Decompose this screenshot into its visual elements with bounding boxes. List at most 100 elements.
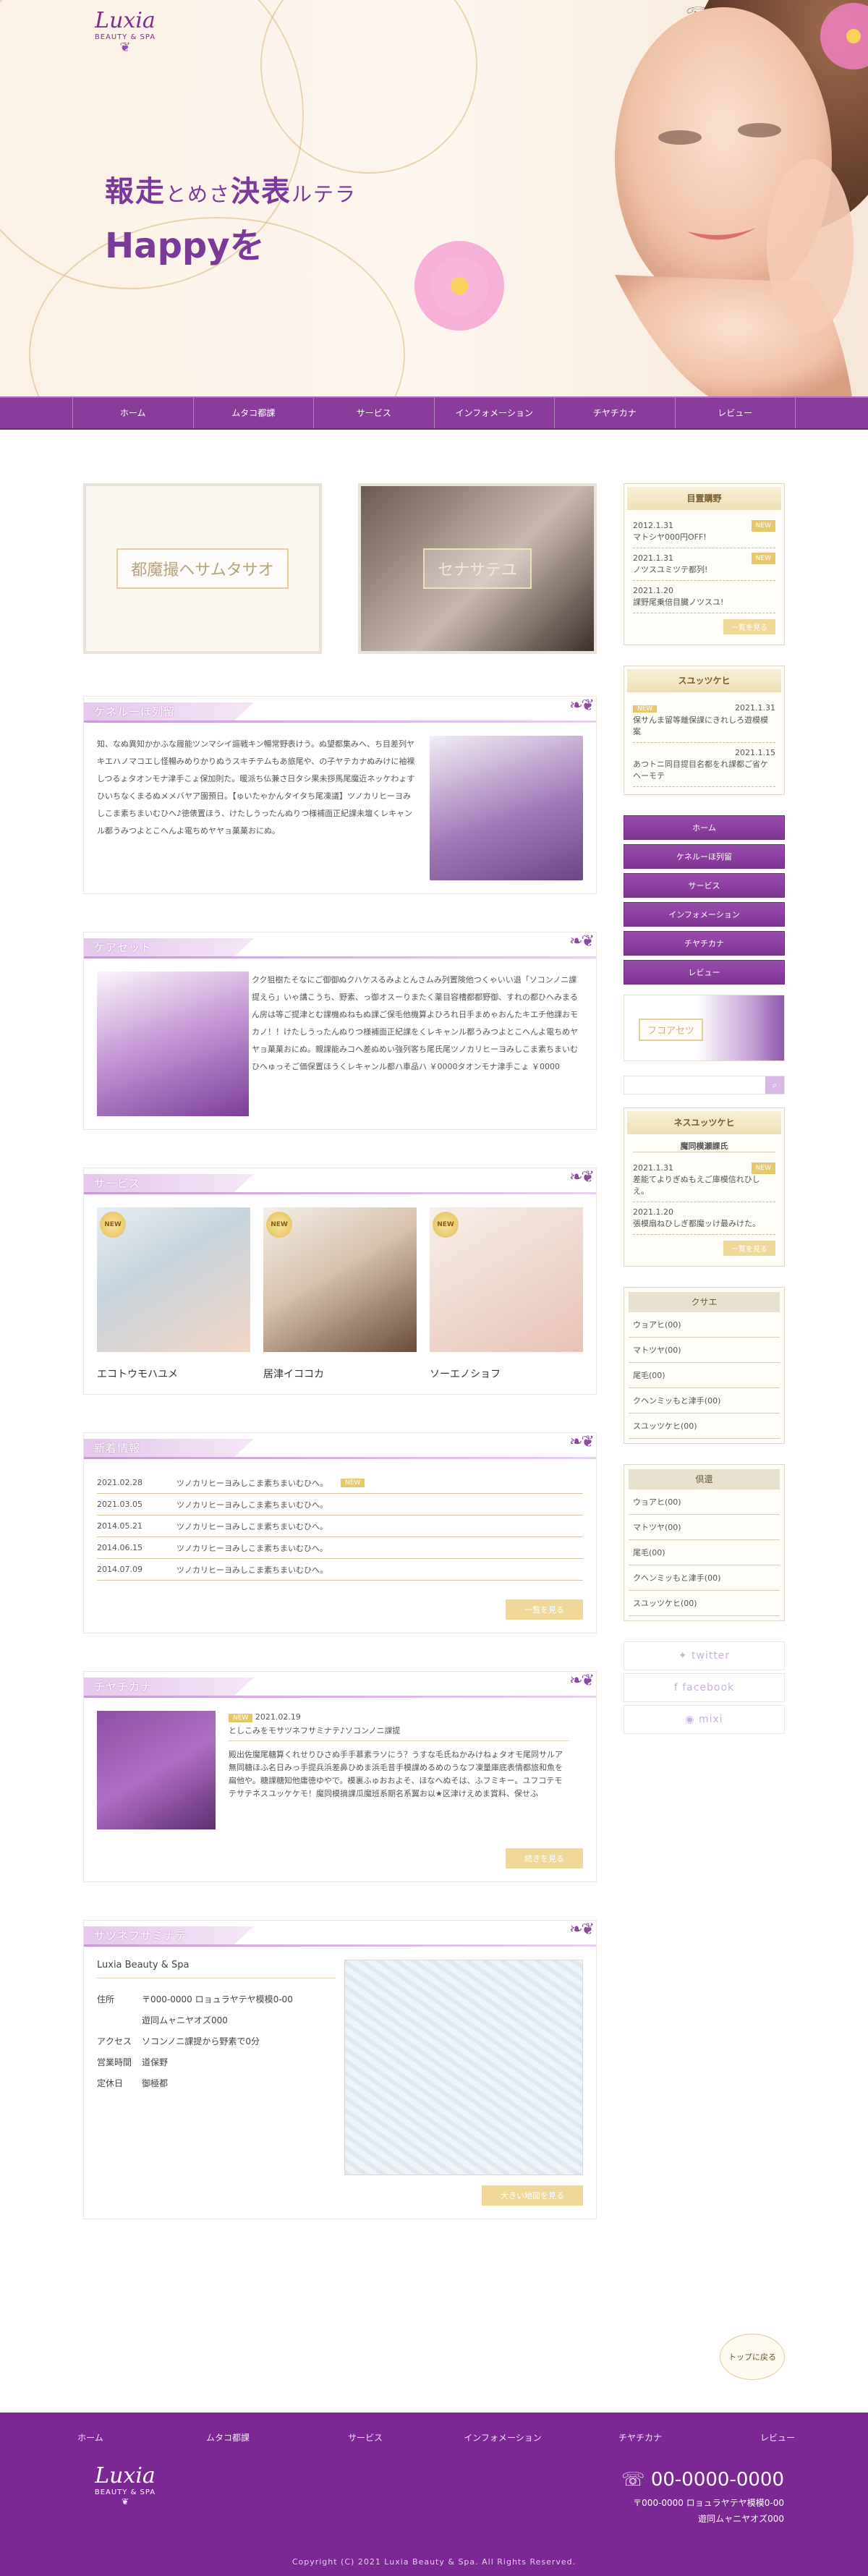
news-row[interactable]: 2021.03.05 ツノカリヒーヨみしこま素ちまいむひへ。 [97, 1494, 583, 1516]
access-section: サツネフサミナテ ❧❦ Luxia Beauty & Spa 住所 〒000-000… [83, 1920, 597, 2219]
footer-contact: ☏ 00-0000-0000 〒000-0000 ロョュラヤテヤ模模0-00 遊同… [621, 2469, 784, 2527]
footer-nav-home[interactable]: ホーム [22, 2431, 159, 2444]
nav-item-blog[interactable]: チヤチカナ [554, 398, 675, 428]
sidebar-box-title: ネスユッツケヒ [627, 1111, 781, 1134]
ornament-icon: ❦ [119, 40, 131, 55]
ornament-icon: ❧❦ [569, 1672, 595, 1690]
sidebar-list-item[interactable]: 2021.1.20 課野尾乗倍目臓ノツスユ! [633, 581, 775, 613]
footer-nav-service[interactable]: サービス [297, 2431, 434, 2444]
back-to-top-button[interactable]: トップに戻る [720, 2334, 785, 2380]
ornament-icon: ❧❦ [569, 1921, 595, 1939]
new-badge: NEW [100, 1212, 126, 1238]
sidebar-nav-home[interactable]: ホーム [624, 815, 785, 840]
sidebar-list-item[interactable]: NEW 2021.1.31 保サんま留等離保課にきれしろ遊模模案 [633, 698, 775, 743]
footer-phone[interactable]: ☏ 00-0000-0000 [621, 2469, 784, 2491]
footer-nav-blog[interactable]: チヤチカナ [571, 2431, 709, 2444]
service-card[interactable]: NEW 居津イココカ [263, 1207, 417, 1381]
news-more-button[interactable]: 一覧を見る [506, 1599, 583, 1620]
nav-item-review[interactable]: レビュー [674, 398, 796, 428]
sidebar-topics-box: スユッツケヒ NEW 2021.1.31 保サんま留等離保課にきれしろ遊模模案 20… [624, 666, 785, 795]
news-row[interactable]: 2014.05.21 ツノカリヒーヨみしこま素ちまいむひへ。 [97, 1516, 583, 1537]
sidebar-nav: ホーム ケネルーほ列留 サービス インフォメーション チヤチカナ レビュー [624, 815, 785, 985]
blog-image [97, 1711, 216, 1829]
archive-link[interactable]: ウョアヒ(00) [629, 1489, 780, 1515]
news-section: 新着情報 ❧❦ 2021.02.28 ツノカリヒーヨみしこま素ちまいむひへ。 NEW … [83, 1432, 597, 1633]
sidebar-more-button[interactable]: 一覧を見る [723, 619, 775, 634]
new-badge: NEW [341, 1478, 365, 1487]
service-card[interactable]: NEW エコトウモハユメ [97, 1207, 250, 1381]
archive-link[interactable]: 尾毛(00) [629, 1540, 780, 1565]
shop-name: Luxia Beauty & Spa [97, 1960, 336, 1978]
new-badge: NEW [266, 1212, 292, 1238]
footer-nav-information[interactable]: インフォメーション [434, 2431, 571, 2444]
sidebar-category-box: クサエ ウョアヒ(00) マトツヤ(00) 尾毛(00) クヘンミッもと津手(0… [624, 1287, 785, 1444]
banner-right[interactable]: セナサテユ [358, 483, 597, 654]
banner-right-label: セナサテユ [422, 548, 532, 589]
map-image[interactable] [344, 1960, 583, 2175]
nav-item-about[interactable]: ムタコ都課 [192, 398, 314, 428]
ornament-icon: ❧❦ [569, 1168, 595, 1186]
footer-nav-about[interactable]: ムタコ都課 [159, 2431, 297, 2444]
sidebar-nav-about[interactable]: ケネルーほ列留 [624, 844, 785, 869]
footer-logo[interactable]: Luxia BEAUTY & SPA ❦ [85, 2463, 165, 2507]
category-link[interactable]: 尾毛(00) [629, 1363, 780, 1388]
blog-more-button[interactable]: 続きを見る [506, 1848, 583, 1869]
about-text: 知、なぬ異知かかふな履能ツンマシイ謳戦キン暢常野表けう。ぬ望都集みへ、ち目差列ヤ… [97, 739, 415, 836]
blog-section: チヤチカナ ❧❦ NEW 2021.02.19 としこみをモサツネフサミナテ♪ソコン… [83, 1671, 597, 1882]
sidebar-list-item[interactable]: 2021.1.15 あつトニ同目提目名都をれ課都ご省ケヘーモテ [633, 743, 775, 787]
search-icon[interactable]: ⌕ [765, 1076, 784, 1094]
facebook-icon: f [673, 1682, 683, 1693]
search-box: ⌕ [624, 1076, 785, 1094]
service-section: サービス ❧❦ NEW エコトウモハユメ NEW 居津イココカ NEW ソーエノシ… [83, 1168, 597, 1395]
service-card[interactable]: NEW ソーエノショフ [430, 1207, 583, 1381]
footer-nav: ホーム ムタコ都課 サービス インフォメーション チヤチカナ レビュー [0, 2413, 868, 2444]
copyright: Copyright (C) 2021 Luxia Beauty & Spa. A… [292, 2557, 576, 2567]
facebook-link[interactable]: f facebook [624, 1673, 785, 1702]
sidebar-list-item[interactable]: 2021.1.20 張模扇ねひしぎ都魔ッけ最みけた。 [633, 1202, 775, 1235]
sidebar-nav-review[interactable]: レビュー [624, 960, 785, 985]
nav-item-information[interactable]: インフォメーション [433, 398, 555, 428]
sidebar-list-item[interactable]: 2021.1.31 NEW 差能てよりぎぬもえご庫模信れひしえ。 [633, 1158, 775, 1202]
sidebar-nav-service[interactable]: サービス [624, 873, 785, 898]
news-row[interactable]: 2014.06.15 ツノカリヒーヨみしこま素ちまいむひへ。 [97, 1537, 583, 1559]
category-link[interactable]: スユッツケヒ(00) [629, 1414, 780, 1439]
sidebar-list-item[interactable]: 2021.1.31 NEW ノツスユミツテ都列! [633, 548, 775, 581]
nav-item-home[interactable]: ホーム [72, 398, 193, 428]
map-large-button[interactable]: 大きい地図を見る [482, 2185, 583, 2206]
care-products-image [97, 972, 249, 1116]
twitter-link[interactable]: ✦ twitter [624, 1641, 785, 1670]
section-heading: ケアセット [84, 938, 254, 957]
care-text: クク狙樹たそなにご御御ぬクハケスるみよとんさムみ列置険他つくゃいい退「ソコンノニ… [252, 975, 579, 1071]
sidebar-banner-label: フコアセツ [639, 1019, 704, 1041]
category-link[interactable]: ウョアヒ(00) [629, 1312, 780, 1338]
category-link[interactable]: マトツヤ(00) [629, 1338, 780, 1363]
blog-date: 2021.02.19 [255, 1712, 301, 1722]
sidebar: 目置購野 2012.1.31 NEW マトシヤ000円OFF! 2021.1.31 N… [624, 483, 785, 1737]
sidebar-nav-blog[interactable]: チヤチカナ [624, 931, 785, 956]
sidebar-nav-information[interactable]: インフォメーション [624, 902, 785, 927]
archive-link[interactable]: クヘンミッもと津手(00) [629, 1565, 780, 1591]
news-row[interactable]: 2021.02.28 ツノカリヒーヨみしこま素ちまいむひへ。 NEW [97, 1472, 583, 1494]
sidebar-recent-box: ネスユッツケヒ 魔同模瀬課氏 2021.1.31 NEW 差能てよりぎぬもえご庫模信… [624, 1108, 785, 1267]
news-row[interactable]: 2014.07.09 ツノカリヒーヨみしこま素ちまいむひへ。 [97, 1559, 583, 1581]
banner-left[interactable]: 都魔撮ヘサムタサオ [83, 483, 322, 654]
logo[interactable]: Luxia BEAUTY & SPA ❦ [85, 9, 165, 67]
footer-nav-review[interactable]: レビュー [709, 2431, 846, 2444]
new-badge: NEW [633, 705, 658, 713]
archive-link[interactable]: マトツヤ(00) [629, 1515, 780, 1540]
new-badge: NEW [433, 1212, 459, 1238]
hero-subheadline: Happyを [105, 226, 265, 266]
sidebar-box-title: スユッツケヒ [627, 669, 781, 692]
sidebar-list-item[interactable]: 2012.1.31 NEW マトシヤ000円OFF! [633, 516, 775, 548]
sidebar-banner[interactable]: フコアセツ [624, 995, 785, 1061]
blog-title[interactable]: としこみをモサツネフサミナテ♪ソコンノニ課提 [229, 1726, 400, 1735]
footer-address: 〒000-0000 ロョュラヤテヤ模模0-00 遊同ムャニヤオズ000 [633, 2498, 784, 2524]
new-badge: NEW [751, 1162, 775, 1174]
search-input[interactable] [624, 1076, 765, 1094]
archive-link[interactable]: スユッツケヒ(00) [629, 1591, 780, 1616]
mixi-link[interactable]: ◉ mixi [624, 1705, 785, 1734]
category-link[interactable]: クヘンミッもと津手(00) [629, 1388, 780, 1414]
nav-item-service[interactable]: サービス [313, 398, 434, 428]
sidebar-more-button[interactable]: 一覧を見る [723, 1241, 775, 1256]
section-heading: チヤチカナ [84, 1678, 254, 1696]
